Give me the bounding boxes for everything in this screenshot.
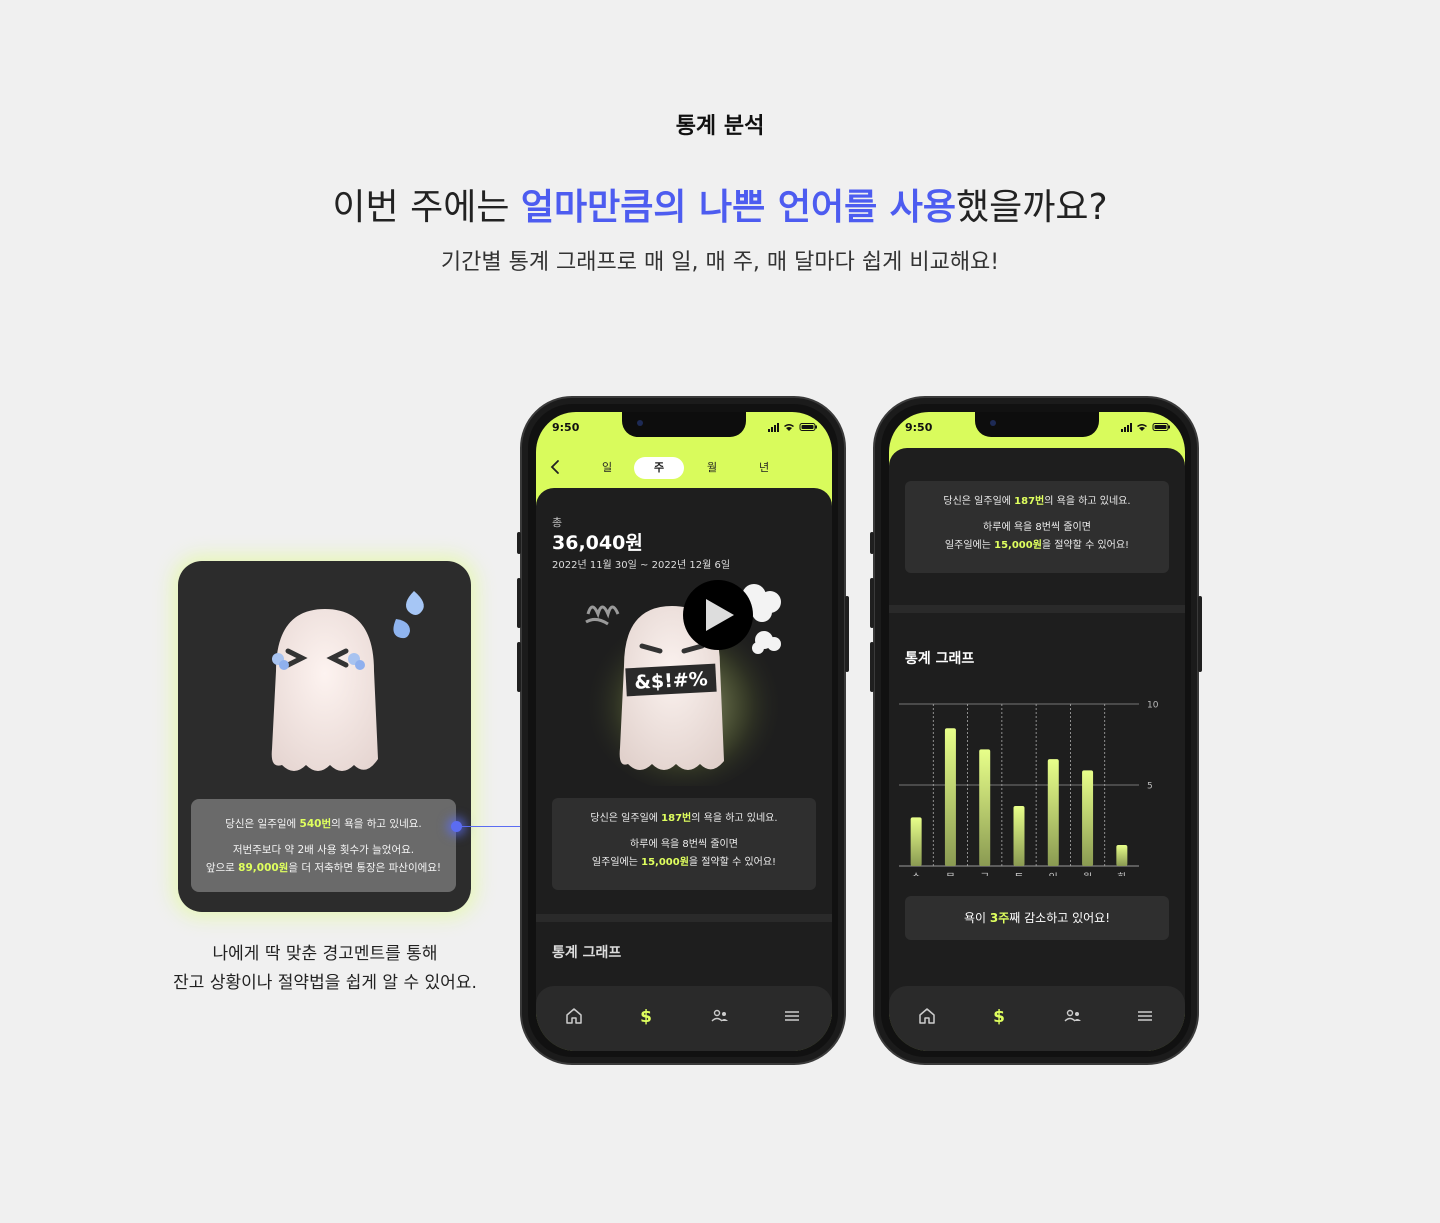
headline-pre: 이번 주에는 bbox=[332, 187, 521, 228]
dollar-icon[interactable]: $ bbox=[989, 1006, 1009, 1026]
y-tick-label: 10 bbox=[1147, 701, 1159, 711]
bar-수 bbox=[910, 817, 922, 866]
section-title-graph: 통계 그래프 bbox=[552, 945, 622, 961]
stat-line-1: 당신은 일주일에 187번의 욕을 하고 있네요. bbox=[943, 496, 1131, 507]
connector-dot bbox=[451, 821, 462, 832]
notch bbox=[975, 412, 1099, 437]
warning-card: 당신은 일주일에 540번의 욕을 하고 있네요. 저번주보다 약 2배 사용 … bbox=[178, 561, 471, 912]
stat-line-3: 일주일에는 15,000원을 절약할 수 있어요! bbox=[591, 857, 777, 868]
crying-ghost-icon bbox=[271, 609, 378, 771]
phone-weekly-stats: 9:50 일 주 월 년 총 36,040원 2022년 11월 30일 ~ 2… bbox=[517, 396, 849, 1065]
x-tick-label: 금 bbox=[980, 872, 989, 876]
sweat-drops-icon bbox=[393, 591, 424, 639]
screen: 9:50 당신은 일주일에 187번의 욕을 하고 있네요. 하루에 욕을 8번… bbox=[889, 412, 1185, 1051]
ghost-curse-text: &$!#% bbox=[634, 668, 708, 694]
tab-year[interactable]: 년 bbox=[739, 457, 789, 479]
total-amount: 36,040원 bbox=[552, 532, 643, 554]
x-tick-label: 수 bbox=[912, 872, 921, 876]
tab-day[interactable]: 일 bbox=[582, 457, 632, 479]
bar-월 bbox=[1082, 770, 1094, 866]
home-icon[interactable] bbox=[564, 1006, 584, 1026]
users-icon[interactable] bbox=[1063, 1006, 1083, 1026]
divider bbox=[536, 914, 832, 922]
stat-line-2: 하루에 욕을 8번씩 줄이면 bbox=[630, 839, 738, 850]
status-icons bbox=[1121, 423, 1170, 432]
x-tick-label: 월 bbox=[1083, 872, 1092, 876]
x-tick-label: 화 bbox=[1117, 872, 1126, 876]
y-tick-label: 5 bbox=[1147, 782, 1153, 792]
tab-month[interactable]: 월 bbox=[687, 457, 737, 479]
x-tick-label: 토 bbox=[1014, 873, 1023, 876]
bar-금 bbox=[979, 749, 991, 866]
graph-panel: 당신은 일주일에 187번의 욕을 하고 있네요. 하루에 욕을 8번씩 줄이면… bbox=[889, 448, 1185, 1051]
svg-text:$: $ bbox=[993, 1007, 1005, 1026]
headline-accent: 얼마만큼의 나쁜 언어를 사용 bbox=[520, 187, 956, 228]
menu-icon[interactable] bbox=[782, 1006, 802, 1026]
subline: 기간별 통계 그래프로 매 일, 매 주, 매 달마다 쉽게 비교해요! bbox=[440, 250, 1000, 275]
bar-화 bbox=[1116, 844, 1128, 866]
back-chevron-icon[interactable] bbox=[548, 459, 562, 475]
menu-icon[interactable] bbox=[1135, 1006, 1155, 1026]
trend-message: 욕이 3주째 감소하고 있어요! bbox=[905, 896, 1169, 940]
phone-graph: 9:50 당신은 일주일에 187번의 욕을 하고 있네요. 하루에 욕을 8번… bbox=[870, 396, 1202, 1065]
notch bbox=[622, 412, 746, 437]
home-icon[interactable] bbox=[917, 1006, 937, 1026]
section-title-graph: 통계 그래프 bbox=[905, 651, 975, 667]
bar-목 bbox=[944, 728, 956, 866]
stat-line-1: 당신은 일주일에 187번의 욕을 하고 있네요. bbox=[590, 813, 778, 824]
status-icons bbox=[768, 423, 817, 432]
warning-message: 당신은 일주일에 540번의 욕을 하고 있네요. 저번주보다 약 2배 사용 … bbox=[191, 799, 456, 892]
stat-line-3: 일주일에는 15,000원을 절약할 수 있어요! bbox=[944, 540, 1130, 551]
stat-line-2: 하루에 욕을 8번씩 줄이면 bbox=[983, 522, 1091, 533]
stats-panel: 총 36,040원 2022년 11월 30일 ~ 2022년 12월 6일 &… bbox=[536, 488, 832, 1051]
weekly-bar-chart: 5 10 수 목 금 토 일 월 화 bbox=[899, 701, 1159, 876]
angry-ghost-illustration: &$!#% bbox=[584, 580, 784, 786]
headline-post: 했을까요? bbox=[955, 187, 1108, 228]
bar-일 bbox=[1047, 759, 1059, 866]
headline: 이번 주에는 얼마만큼의 나쁜 언어를 사용했을까요? bbox=[0, 178, 1440, 230]
warning-line-2: 저번주보다 약 2배 사용 횟수가 늘었어요. bbox=[232, 844, 415, 856]
section-eyebrow: 통계 분석 bbox=[675, 114, 765, 139]
x-tick-label: 목 bbox=[946, 872, 955, 876]
warning-line-3: 앞으로 89,000원을 더 저축하면 통장은 파산이에요! bbox=[205, 862, 442, 874]
bottom-nav: $ bbox=[889, 986, 1185, 1051]
x-tick-label: 일 bbox=[1049, 872, 1058, 876]
divider bbox=[889, 605, 1185, 613]
users-icon[interactable] bbox=[710, 1006, 730, 1026]
svg-text:$: $ bbox=[640, 1007, 652, 1026]
bar-토 bbox=[1013, 806, 1025, 866]
warning-caption: 나에게 딱 맞춘 경고멘트를 통해 잔고 상황이나 절약법을 쉽게 알 수 있어… bbox=[173, 944, 477, 993]
period-tabs: 일 주 월 년 bbox=[536, 454, 832, 480]
screen: 9:50 일 주 월 년 총 36,040원 2022년 11월 30일 ~ 2… bbox=[536, 412, 832, 1051]
stat-summary: 당신은 일주일에 187번의 욕을 하고 있네요. 하루에 욕을 8번씩 줄이면… bbox=[552, 798, 816, 890]
tab-week[interactable]: 주 bbox=[634, 457, 684, 479]
warning-line-1: 당신은 일주일에 540번의 욕을 하고 있네요. bbox=[225, 818, 422, 830]
status-time: 9:50 bbox=[905, 421, 933, 434]
date-range: 2022년 11월 30일 ~ 2022년 12월 6일 bbox=[552, 560, 731, 571]
bottom-nav: $ bbox=[536, 986, 832, 1051]
dollar-icon[interactable]: $ bbox=[636, 1006, 656, 1026]
stat-summary: 당신은 일주일에 187번의 욕을 하고 있네요. 하루에 욕을 8번씩 줄이면… bbox=[905, 481, 1169, 573]
status-time: 9:50 bbox=[552, 421, 580, 434]
